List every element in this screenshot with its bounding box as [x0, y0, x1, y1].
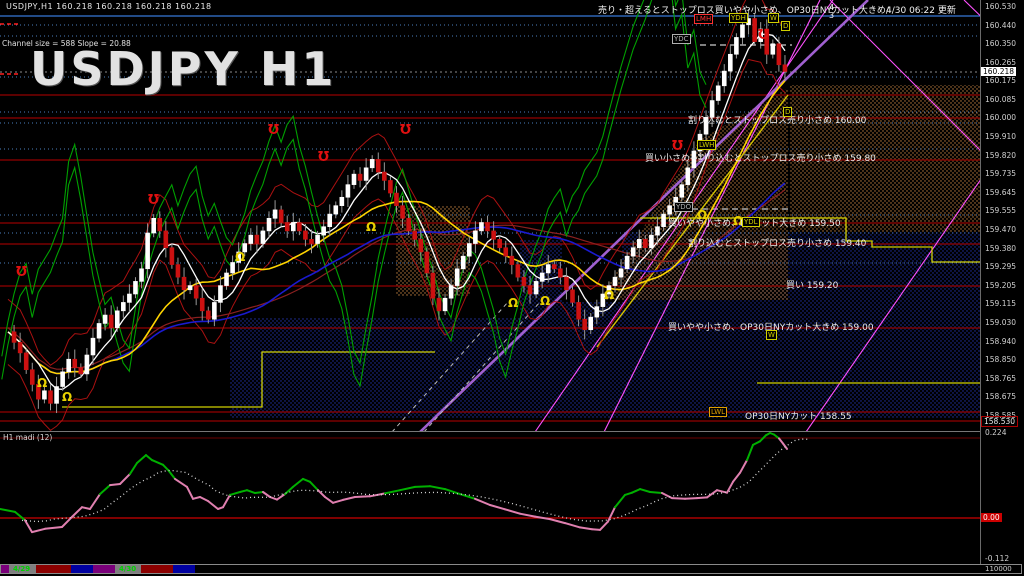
session-segment [1, 565, 9, 573]
axis-label: 160.440 [985, 21, 1017, 30]
trade-level-annotation: 買い 159.20 [786, 281, 839, 291]
axis-label: 158.675 [985, 392, 1017, 401]
sell-marker-icon: Ʊ [318, 150, 330, 165]
buy-marker-icon: Ω [366, 220, 377, 234]
session-segment [36, 565, 71, 573]
trade-level-annotation: 割り込むとストップロス売り小さめ 159.40 [688, 239, 867, 249]
count-marker: 3 [829, 11, 835, 20]
symbol-watermark: USDJPY H1 [30, 42, 337, 96]
axis-label: 160.530 [985, 2, 1017, 11]
updated-timestamp: 4/30 06:22 更新 [886, 6, 956, 16]
buy-marker-icon: Ω [37, 376, 48, 390]
axis-label: 159.735 [985, 169, 1017, 178]
axis-label: 159.555 [985, 206, 1017, 215]
buy-marker-icon: Ω [508, 296, 519, 310]
session-segment [93, 565, 115, 573]
sub-indicator-label: H1 madi (12) [3, 433, 53, 442]
trade-level-annotation: OP30日NYカット 158.55 [745, 412, 852, 422]
sell-marker-icon: Ʊ [148, 193, 160, 208]
axis-label: 158.765 [985, 374, 1017, 383]
axis-label: 159.470 [985, 225, 1017, 234]
kumo-cloud-layer [230, 85, 980, 418]
buy-marker-icon: Ω [540, 294, 551, 308]
pivot-box-label-lwl: LWL [709, 407, 728, 417]
sell-marker-icon: Ʊ [758, 28, 770, 43]
mt4-chart-window: USDJPY,H1 160.218 160.218 160.218 160.21… [0, 0, 1024, 576]
axis-label: 160.000 [985, 113, 1017, 122]
oscillator-layer [0, 432, 980, 534]
pivot-box-label-lwh: LWH [697, 140, 717, 150]
buy-marker-icon: Ω [62, 390, 73, 404]
sell-marker-icon: Ʊ [400, 123, 412, 138]
axis-label: 158.850 [985, 355, 1017, 364]
chart-title-ohlc: USDJPY,H1 160.218 160.218 160.218 160.21… [6, 2, 212, 11]
pivot-box-label-w: W [768, 13, 779, 23]
axis-label: 160.350 [985, 39, 1017, 48]
pane-separator[interactable] [0, 431, 981, 432]
session-segment [141, 565, 173, 573]
current-price-tag: 160.218 [981, 66, 1017, 76]
axis-label: 159.820 [985, 151, 1017, 160]
bottom-price-tag: 158.530 [981, 416, 1019, 427]
axis-label: 160.175 [985, 76, 1017, 85]
axis-label: 159.030 [985, 318, 1017, 327]
osc-max-label: 0.224 [985, 428, 1007, 437]
axis-label: 160.085 [985, 95, 1017, 104]
osc-zero-tag: 0.00 [981, 513, 1002, 522]
pivot-box-label-d: D [783, 107, 793, 117]
pivot-box-label-ydl: YDL [742, 217, 760, 227]
session-date-label: 4/29 [13, 565, 31, 573]
osc-min-label: -0.112 [985, 554, 1010, 563]
oscillator-pane[interactable] [0, 432, 980, 564]
pivot-box-label-d: D [781, 21, 791, 31]
buy-marker-icon: Ω [604, 288, 615, 302]
session-date-label: 4/30 [119, 565, 137, 573]
axis-label: 159.115 [985, 299, 1017, 308]
pivot-box-label-ydh: YDH [729, 13, 748, 23]
trade-level-annotation: 買い小さめ→割り込むとストップロス売り小さめ 159.80 [645, 154, 876, 164]
axis-label: 158.940 [985, 337, 1017, 346]
pivot-box-label-ydc: YDC [672, 34, 691, 44]
session-segment [71, 565, 93, 573]
trade-level-annotation: 割り込むとストップロス売り小さめ 160.00 [688, 116, 867, 126]
pivot-box-label-lmh: LMH [694, 14, 714, 24]
session-timeline-bar[interactable]: 4/29 4/30 [0, 564, 1022, 574]
sell-marker-icon: Ʊ [16, 265, 28, 280]
buy-marker-icon: Ω [235, 250, 246, 264]
axis-label: 159.645 [985, 188, 1017, 197]
sell-marker-icon: Ʊ [268, 123, 280, 138]
axis-label: 159.910 [985, 132, 1017, 141]
pivot-box-label-w: W [766, 330, 777, 340]
price-axis-border [980, 0, 981, 574]
bar-count-label: 110000 [985, 565, 1012, 573]
axis-label: 159.295 [985, 262, 1017, 271]
session-segment [173, 565, 195, 573]
axis-label: 159.380 [985, 244, 1017, 253]
pivot-box-label-ydo: YDO [674, 202, 694, 212]
axis-label: 159.205 [985, 281, 1017, 290]
